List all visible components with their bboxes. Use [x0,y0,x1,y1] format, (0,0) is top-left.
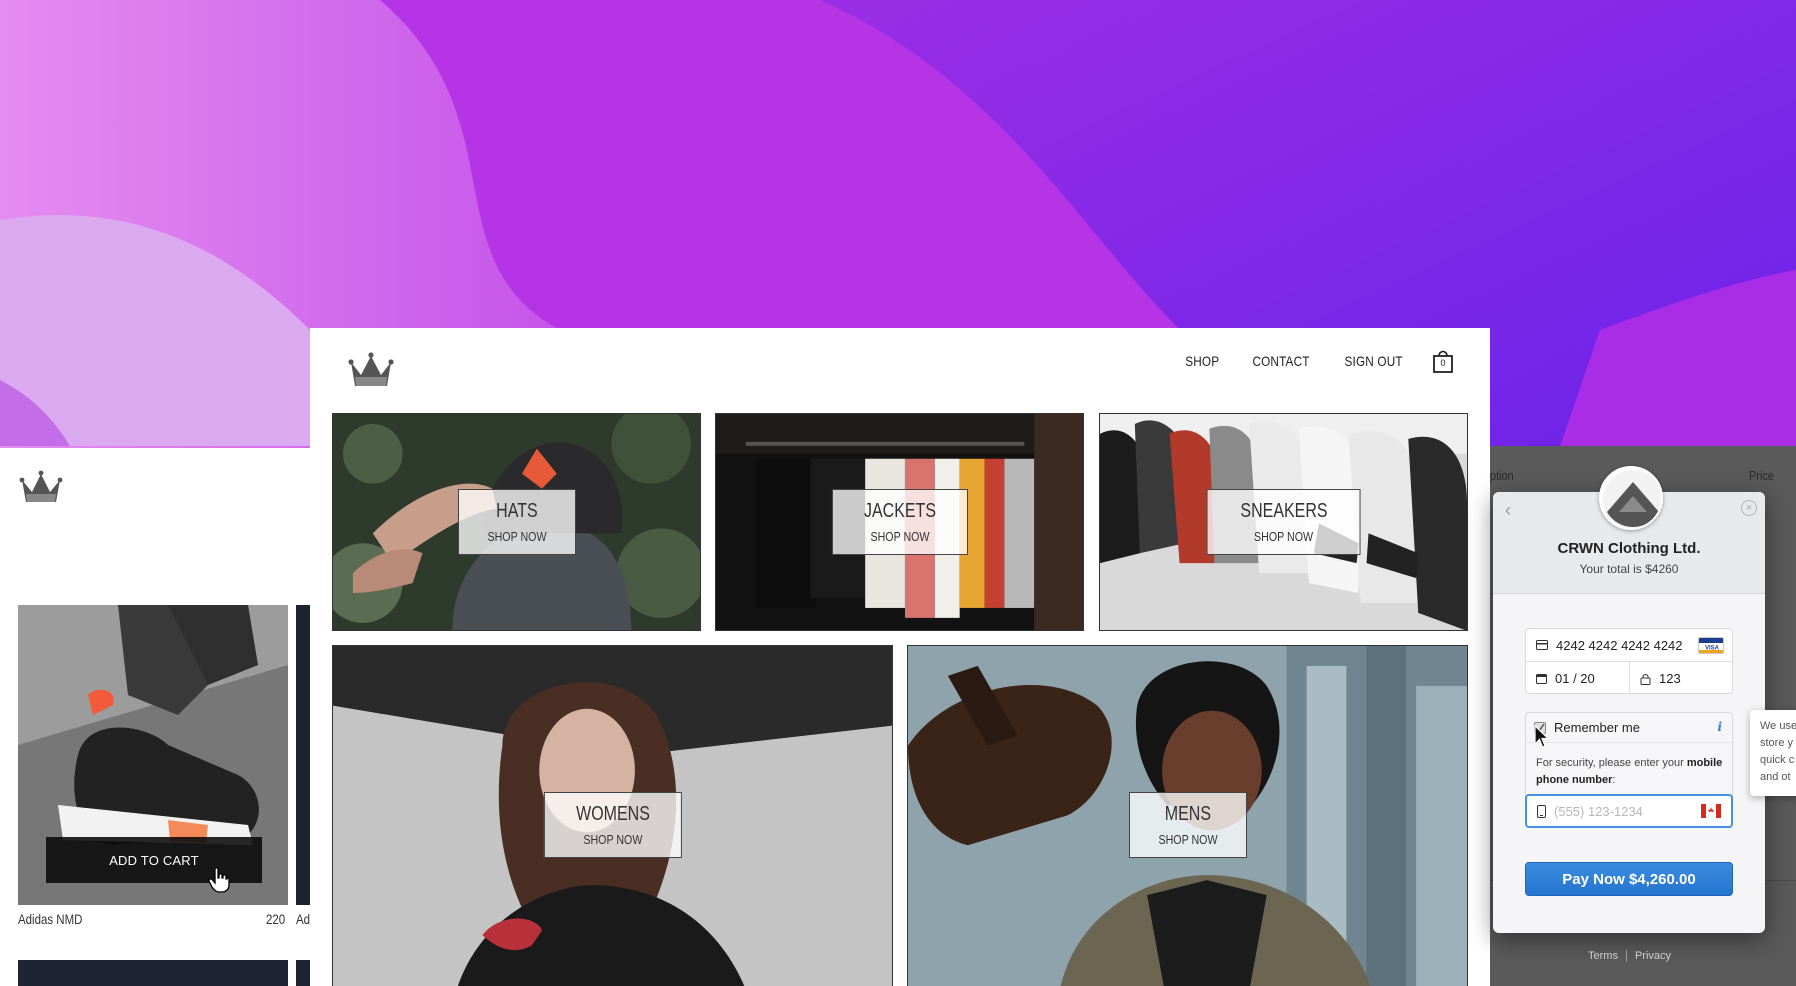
next-product-card[interactable] [296,605,311,905]
merchant-name: CRWN Clothing Ltd. [1557,540,1701,557]
expiry-value: 01 / 20 [1555,671,1595,686]
privacy-link[interactable]: Privacy [1635,950,1671,962]
shop-now-link[interactable]: SHOP NOW [870,529,929,544]
security-message-colon: : [1612,774,1616,786]
nav-sign-out-link[interactable]: SIGN OUT [1344,353,1402,369]
product-card[interactable] [296,960,311,986]
shop-now-link[interactable]: SHOP NOW [1158,832,1217,847]
product-card[interactable]: ADD TO CART [18,605,288,905]
main-navigation: SHOP CONTACT SIGN OUT 0 [1182,348,1454,374]
remember-me-label: Remember me [1554,720,1640,735]
nav-shop-link[interactable]: SHOP [1185,353,1219,369]
checkout-column-header: Price [1749,468,1774,483]
shop-now-link[interactable]: SHOP NOW [1254,529,1313,544]
category-tile-sneakers[interactable]: SNEAKERS SHOP NOW [1099,413,1468,631]
tooltip-line: and ot [1760,771,1791,783]
canada-flag-icon[interactable] [1701,804,1721,818]
crown-logo-icon [1603,470,1661,528]
mobile-phone-icon [1537,804,1546,818]
credit-card-icon [1536,640,1548,650]
remember-me-tooltip: We use store y quick c and ot [1750,710,1796,796]
category-title: JACKETS [863,500,936,522]
close-icon[interactable]: × [1741,500,1757,516]
divider [1625,950,1627,962]
svg-text:VISA: VISA [1705,646,1720,652]
shop-now-link[interactable]: SHOP NOW [583,832,642,847]
expiry-field[interactable]: 01 / 20 [1526,662,1629,695]
nav-contact-link[interactable]: CONTACT [1252,353,1309,369]
tooltip-line: quick c [1760,754,1795,766]
terms-link[interactable]: Terms [1588,950,1618,962]
checkout-column-header: ption [1490,468,1514,483]
category-label: JACKETS SHOP NOW [831,489,968,555]
merchant-logo [1599,466,1663,530]
crown-logo-icon[interactable] [348,350,394,390]
category-tile-womens[interactable]: WOMENS SHOP NOW [332,645,893,986]
remember-me-row[interactable]: Remember me i [1526,713,1732,743]
category-title: MENS [1164,803,1211,825]
category-label: HATS SHOP NOW [457,489,576,555]
category-label: MENS SHOP NOW [1128,792,1247,858]
category-tile-mens[interactable]: MENS SHOP NOW [907,645,1468,986]
category-tile-hats[interactable]: HATS SHOP NOW [332,413,701,631]
back-chevron-icon[interactable]: ‹ [1505,500,1511,521]
hand-pointer-cursor-icon [208,867,230,893]
shopping-bag-icon[interactable]: 0 [1432,348,1454,374]
security-message: For security, please enter your mobile p… [1536,755,1726,789]
calendar-icon [1536,674,1547,684]
stripe-footer-links: Terms Privacy [1588,950,1671,962]
pay-now-button[interactable]: Pay Now $4,260.00 [1525,862,1733,896]
product-name: Adidas NMD [18,911,83,927]
stripe-checkout-modal: ‹ × CRWN Clothing Ltd. Your total is $42… [1493,466,1765,933]
mobile-phone-input[interactable]: (555) 123-1234 [1525,794,1733,828]
security-message-text: For security, please enter your [1536,757,1684,769]
card-details-group: 4242 4242 4242 4242 VISA 01 / 20 123 [1525,628,1733,695]
info-icon[interactable]: i [1717,720,1722,734]
category-label: WOMENS SHOP NOW [543,792,682,858]
category-title: SNEAKERS [1239,500,1328,522]
category-tile-jackets[interactable]: JACKETS SHOP NOW [715,413,1084,631]
cvc-value: 123 [1659,671,1681,686]
tooltip-line: We use [1760,720,1796,732]
card-number-field[interactable]: 4242 4242 4242 4242 VISA [1526,629,1732,662]
category-title: HATS [495,500,538,522]
category-title: WOMENS [575,803,650,825]
phone-placeholder: (555) 123-1234 [1554,803,1643,819]
arrow-cursor-icon [1534,725,1550,748]
crown-logo-icon[interactable] [18,468,64,506]
product-price: 220 [266,911,286,927]
shop-now-link[interactable]: SHOP NOW [487,529,546,544]
cart-item-count: 0 [1440,358,1446,368]
homepage-window: SHOP CONTACT SIGN OUT 0 HATS SHOP NOW JA… [310,328,1490,986]
cvc-field[interactable]: 123 [1629,662,1732,695]
modal-header: ‹ × CRWN Clothing Ltd. Your total is $42… [1493,466,1765,594]
product-card[interactable] [18,960,288,986]
lock-icon [1640,673,1651,685]
collection-page-window: ADD TO CART Adidas NMD 220 Ad [0,448,311,986]
visa-icon: VISA [1698,637,1724,654]
card-number-value: 4242 4242 4242 4242 [1556,637,1683,653]
category-label: SNEAKERS SHOP NOW [1206,489,1361,555]
order-total: Your total is $4260 [1579,562,1679,576]
tooltip-line: store y [1760,737,1794,749]
next-product-name: Ad [296,911,311,927]
card-secondary-row: 01 / 20 123 [1526,662,1732,695]
